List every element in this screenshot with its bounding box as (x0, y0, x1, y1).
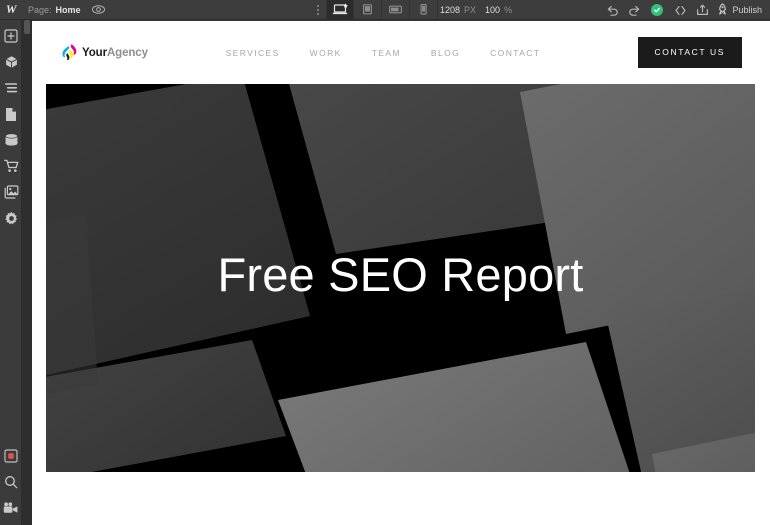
rocket-icon (717, 3, 728, 17)
sidebar-item-pages[interactable] (0, 101, 22, 127)
site-brand-text: YourAgency (82, 47, 148, 59)
canvas-width-unit: PX (464, 5, 476, 15)
redo-icon[interactable] (623, 0, 645, 20)
top-toolbar: W Page: Home (0, 0, 770, 20)
hero-heading: Free SEO Report (217, 251, 583, 298)
device-mobile-button[interactable] (410, 0, 438, 19)
publish-label: Publish (732, 5, 762, 15)
sidebar-item-components[interactable] (0, 49, 22, 75)
sidebar-item-ecommerce[interactable] (0, 153, 22, 179)
device-desktop-button[interactable] (326, 0, 354, 19)
nav-link-blog[interactable]: Blog (431, 48, 460, 58)
nav-link-contact[interactable]: Contact (490, 48, 540, 58)
site-brand[interactable]: YourAgency (62, 44, 148, 61)
webflow-designer-app: W Page: Home (0, 0, 770, 525)
layers-list-icon (4, 82, 18, 94)
nav-link-services[interactable]: Services (226, 48, 280, 58)
gear-icon (4, 211, 19, 226)
device-tablet-landscape-button[interactable] (382, 0, 410, 19)
export-icon[interactable] (691, 0, 713, 20)
zoom-unit: % (504, 5, 512, 15)
page-label-key: Page: (28, 5, 52, 15)
device-tablet-portrait-button[interactable] (354, 0, 382, 19)
sidebar-item-cms[interactable] (0, 127, 22, 153)
sidebar-item-navigator[interactable] (0, 75, 22, 101)
site-nav: Services Work Team Blog Contact (226, 48, 541, 58)
brand-name-bold: Your (82, 47, 107, 59)
shopping-cart-icon (4, 159, 19, 173)
sidebar-item-video-tutorials[interactable] (0, 495, 22, 521)
database-icon (4, 133, 19, 147)
canvas-width-value: 1208 (440, 5, 460, 15)
canvas-size-indicator[interactable]: 1208 PX 100 % (440, 0, 512, 20)
sidebar-spacer (0, 231, 21, 443)
vertical-dots-icon[interactable] (312, 0, 324, 20)
left-sidebar (0, 20, 22, 525)
webflow-w-logo-icon[interactable]: W (0, 0, 22, 19)
sidebar-bottom-group (0, 443, 21, 525)
brand-name-light: Agency (107, 47, 148, 59)
sidebar-item-assets[interactable] (0, 179, 22, 205)
page-icon (5, 107, 17, 122)
eye-icon[interactable] (91, 0, 107, 19)
check-circle-icon[interactable] (645, 0, 669, 20)
plus-box-icon (4, 29, 18, 43)
contact-us-button[interactable]: Contact Us (638, 37, 742, 68)
images-icon (4, 185, 19, 199)
page-label-value: Home (56, 5, 81, 15)
red-square-icon (4, 449, 18, 463)
sidebar-top-group (0, 20, 21, 231)
site-header[interactable]: YourAgency Services Work Team Blog Conta… (32, 21, 770, 84)
sidebar-item-settings[interactable] (0, 205, 22, 231)
nav-link-work[interactable]: Work (310, 48, 342, 58)
sidebar-item-interactions[interactable] (0, 443, 22, 469)
top-toolbar-actions: Publish (601, 0, 770, 20)
code-brackets-icon[interactable] (669, 0, 691, 20)
cube-icon (4, 55, 19, 70)
canvas-scroll-gutter[interactable] (22, 20, 32, 525)
page-body-below-hero[interactable] (32, 472, 770, 525)
hero-section-wrapper: Free SEO Report (32, 84, 770, 472)
colorful-flame-logo-icon (62, 44, 77, 61)
current-page-indicator[interactable]: Page: Home (28, 5, 81, 15)
undo-icon[interactable] (601, 0, 623, 20)
sidebar-item-search[interactable] (0, 469, 22, 495)
design-canvas[interactable]: YourAgency Services Work Team Blog Conta… (32, 21, 770, 525)
search-icon (4, 475, 18, 489)
publish-button[interactable]: Publish (713, 0, 770, 20)
scrollbar-thumb[interactable] (24, 20, 30, 34)
video-camera-icon (3, 502, 19, 514)
nav-link-team[interactable]: Team (372, 48, 401, 58)
hero-section[interactable]: Free SEO Report (46, 84, 755, 472)
device-breakpoint-switcher (326, 0, 438, 19)
sidebar-item-add[interactable] (0, 23, 22, 49)
zoom-value: 100 (485, 5, 500, 15)
